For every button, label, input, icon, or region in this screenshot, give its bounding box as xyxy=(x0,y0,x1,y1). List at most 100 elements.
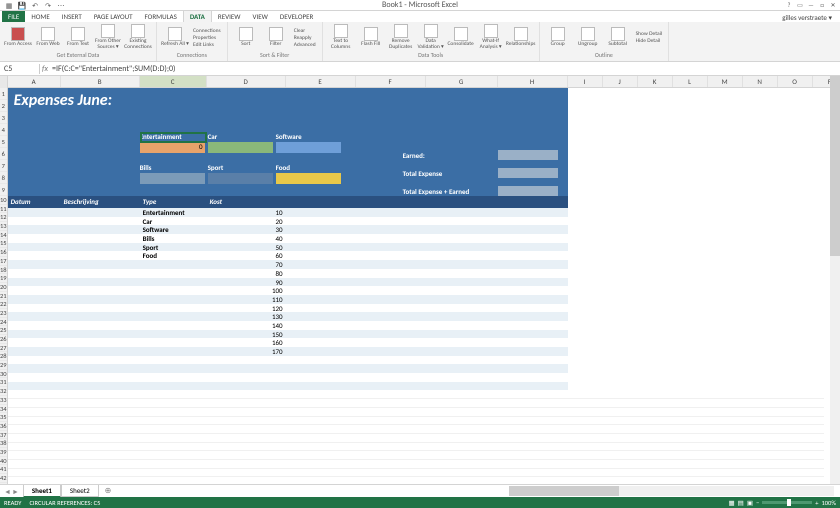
relationships-button[interactable]: Relationships xyxy=(507,24,535,51)
col-header-G[interactable]: G xyxy=(426,76,498,87)
row-header-12[interactable]: 12 xyxy=(0,213,7,222)
minimize-icon[interactable]: — xyxy=(806,1,816,9)
view-break-icon[interactable]: ▣ xyxy=(747,499,753,507)
table-row[interactable]: Entertainment10 xyxy=(8,208,568,217)
tab-formulas[interactable]: FORMULAS xyxy=(139,11,183,22)
table-row[interactable]: Software30 xyxy=(8,225,568,234)
view-normal-icon[interactable]: ▦ xyxy=(729,499,735,507)
name-box[interactable]: C5 xyxy=(0,64,40,74)
row-header-39[interactable]: 39 xyxy=(0,448,7,457)
col-header-O[interactable]: O xyxy=(778,76,813,87)
row-header-2[interactable]: 2 xyxy=(0,100,7,112)
tab-review[interactable]: REVIEW xyxy=(212,11,247,22)
table-row[interactable] xyxy=(8,373,568,382)
table-row[interactable]: 120 xyxy=(8,304,568,313)
add-sheet-icon[interactable]: ⊕ xyxy=(99,486,118,496)
row-header-38[interactable]: 38 xyxy=(0,439,7,448)
row-header-13[interactable]: 13 xyxy=(0,222,7,231)
row-header-3[interactable]: 3 xyxy=(0,112,7,124)
col-header-E[interactable]: E xyxy=(286,76,356,87)
zoom-slider[interactable] xyxy=(762,501,812,504)
table-row[interactable] xyxy=(8,390,824,399)
col-header-K[interactable]: K xyxy=(638,76,673,87)
table-row[interactable]: 110 xyxy=(8,295,568,304)
subtotal-button[interactable]: Subtotal xyxy=(604,24,632,51)
row-header-5[interactable]: 5 xyxy=(0,136,7,148)
flash-fill-button[interactable]: Flash Fill xyxy=(357,24,385,51)
row-header-32[interactable]: 32 xyxy=(0,387,7,396)
row-header-6[interactable]: 6 xyxy=(0,148,7,160)
row-header-15[interactable]: 15 xyxy=(0,239,7,248)
row-header-42[interactable]: 42 xyxy=(0,474,7,483)
row-header-35[interactable]: 35 xyxy=(0,413,7,422)
table-row[interactable] xyxy=(8,356,568,365)
tab-view[interactable]: VIEW xyxy=(247,11,274,22)
row-header-31[interactable]: 31 xyxy=(0,378,7,387)
ungroup-button[interactable]: Ungroup xyxy=(574,24,602,51)
row-header-28[interactable]: 28 xyxy=(0,352,7,361)
account-name[interactable]: gilles verstraete ▾ xyxy=(782,13,840,22)
col-header-D[interactable]: D xyxy=(207,76,286,87)
table-row[interactable]: 100 xyxy=(8,286,568,295)
tab-file[interactable]: FILE xyxy=(2,11,25,22)
row-header-27[interactable]: 27 xyxy=(0,344,7,353)
remove-dup-button[interactable]: Remove Duplicates xyxy=(387,24,415,51)
table-row[interactable] xyxy=(8,460,824,469)
table-row[interactable]: Bills40 xyxy=(8,234,568,243)
table-row[interactable] xyxy=(8,399,824,408)
table-row[interactable] xyxy=(8,382,568,391)
from-other-button[interactable]: From Other Sources ▾ xyxy=(94,24,122,51)
table-row[interactable] xyxy=(8,443,824,452)
col-header-B[interactable]: B xyxy=(61,76,140,87)
row-header-22[interactable]: 22 xyxy=(0,300,7,309)
table-row[interactable] xyxy=(8,469,824,478)
row-header-33[interactable]: 33 xyxy=(0,396,7,405)
row-header-1[interactable]: 1 xyxy=(0,88,7,100)
horizontal-scrollbar[interactable] xyxy=(509,486,834,496)
reapply-item[interactable]: Reapply xyxy=(292,35,318,41)
row-header-41[interactable]: 41 xyxy=(0,465,7,474)
row-header-29[interactable]: 29 xyxy=(0,361,7,370)
whatif-button[interactable]: What-If Analysis ▾ xyxy=(477,24,505,51)
row-header-16[interactable]: 16 xyxy=(0,248,7,257)
row-header-7[interactable]: 7 xyxy=(0,160,7,172)
zoom-in-icon[interactable]: + xyxy=(815,499,818,507)
col-header-M[interactable]: M xyxy=(708,76,743,87)
row-header-21[interactable]: 21 xyxy=(0,292,7,301)
fx-icon[interactable]: fx xyxy=(40,64,50,74)
close-icon[interactable]: ✕ xyxy=(828,1,838,9)
col-header-I[interactable]: I xyxy=(568,76,603,87)
table-row[interactable]: Car20 xyxy=(8,217,568,226)
from-web-button[interactable]: From Web xyxy=(34,24,62,51)
col-header-A[interactable]: A xyxy=(8,76,61,87)
filter-button[interactable]: Filter xyxy=(262,24,290,51)
show-detail-item[interactable]: Show Detail xyxy=(634,31,665,37)
row-header-8[interactable]: 8 xyxy=(0,172,7,184)
table-row[interactable] xyxy=(8,451,824,460)
row-header-18[interactable]: 18 xyxy=(0,266,7,275)
row-header-10[interactable]: 10 xyxy=(0,196,7,205)
sheet-prev-icon[interactable]: ◄ xyxy=(4,487,11,496)
col-header-N[interactable]: N xyxy=(743,76,778,87)
row-header-40[interactable]: 40 xyxy=(0,457,7,466)
row-header-9[interactable]: 9 xyxy=(0,184,7,196)
from-access-button[interactable]: From Access xyxy=(4,24,32,51)
view-layout-icon[interactable]: ▤ xyxy=(738,499,744,507)
table-row[interactable]: 80 xyxy=(8,269,568,278)
connections-item[interactable]: Connections xyxy=(191,28,223,34)
row-header-25[interactable]: 25 xyxy=(0,326,7,335)
zoom-out-icon[interactable]: − xyxy=(756,499,759,507)
table-row[interactable]: 140 xyxy=(8,321,568,330)
from-text-button[interactable]: From Text xyxy=(64,24,92,51)
advanced-item[interactable]: Advanced xyxy=(292,42,318,48)
col-header-F[interactable]: F xyxy=(356,76,426,87)
tab-data[interactable]: DATA xyxy=(183,10,212,22)
clear-item[interactable]: Clear xyxy=(292,28,318,34)
row-header-23[interactable]: 23 xyxy=(0,309,7,318)
row-header-24[interactable]: 24 xyxy=(0,318,7,327)
ribbon-opts-icon[interactable]: ▭ xyxy=(795,1,805,9)
consolidate-button[interactable]: Consolidate xyxy=(447,24,475,51)
group-button[interactable]: Group xyxy=(544,24,572,51)
table-row[interactable]: 70 xyxy=(8,260,568,269)
row-header-37[interactable]: 37 xyxy=(0,431,7,440)
